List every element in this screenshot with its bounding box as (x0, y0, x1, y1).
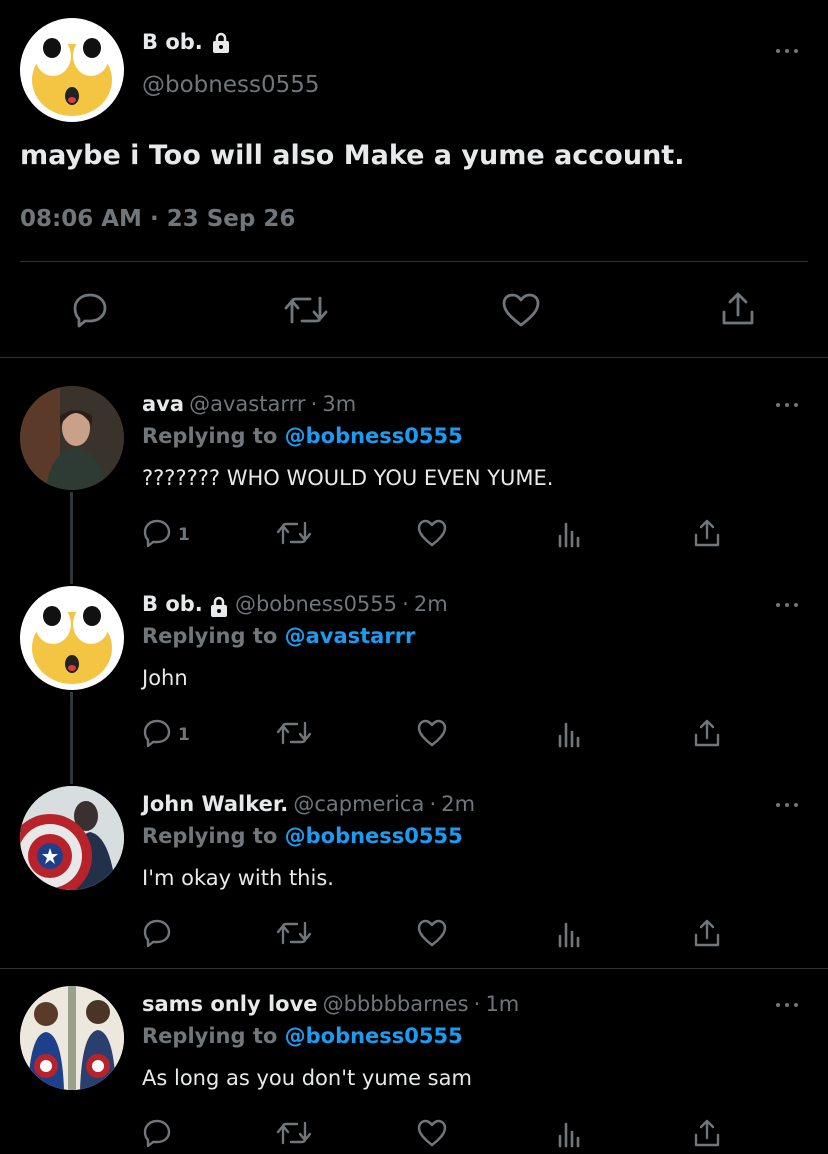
reply-count: 1 (178, 725, 190, 745)
reply-text: ??????? WHO WOULD YOU EVEN YUME. (142, 466, 554, 490)
tweet-timestamp[interactable]: 08:06 AM · 23 Sep 26 (20, 206, 295, 232)
divider (20, 261, 808, 262)
author-display-name[interactable]: B ob. (142, 30, 203, 54)
replying-to-label: Replying to (142, 624, 278, 648)
separator-dot: · (429, 792, 437, 816)
avatar[interactable] (20, 586, 124, 690)
reply-text: As long as you don't yume sam (142, 1066, 472, 1090)
more-options-icon[interactable] (774, 46, 802, 56)
avatar[interactable] (20, 786, 124, 890)
retweet-icon[interactable] (276, 518, 314, 554)
reply-author-name[interactable]: John Walker. (142, 792, 288, 816)
separator-dot: · (310, 392, 318, 416)
avatar[interactable] (20, 18, 124, 122)
separator-dot: · (402, 592, 409, 616)
like-icon[interactable] (416, 718, 448, 754)
reply-author-handle[interactable]: @capmerica (293, 792, 424, 816)
retweet-icon[interactable] (284, 292, 328, 328)
reply-author-name[interactable]: B ob. (142, 592, 203, 616)
thread-line (70, 492, 73, 584)
replying-to-label: Replying to (142, 1024, 278, 1048)
replying-to-mention[interactable]: @avastarrr (285, 624, 416, 648)
reply-age[interactable]: 1m (485, 992, 519, 1016)
share-icon[interactable] (692, 518, 722, 554)
reply-icon[interactable] (142, 518, 174, 554)
reply-author-name[interactable]: ava (142, 392, 184, 416)
share-icon[interactable] (719, 290, 757, 328)
thread-line (70, 692, 73, 784)
avatar[interactable] (20, 386, 124, 490)
analytics-icon[interactable] (555, 918, 583, 954)
more-options-icon[interactable] (774, 1000, 802, 1010)
reply-count: 1 (178, 525, 190, 545)
replying-to: Replying to @bobness0555 (142, 824, 463, 848)
reply-icon[interactable] (71, 291, 109, 329)
avatar[interactable] (20, 986, 124, 1090)
replying-to: Replying to @bobness0555 (142, 1024, 463, 1048)
author-handle[interactable]: @bobness0555 (142, 72, 320, 98)
reply-author-handle[interactable]: @bbbbbarnes (323, 992, 469, 1016)
like-icon[interactable] (501, 292, 541, 328)
replying-to-mention[interactable]: @bobness0555 (285, 424, 463, 448)
separator-dot: · (149, 206, 159, 232)
reply-header: John Walker. @capmerica · 2m (142, 792, 475, 816)
reply-age[interactable]: 3m (322, 392, 356, 416)
divider (0, 357, 828, 358)
tweet-text: maybe i Too will also Make a yume accoun… (20, 140, 685, 171)
separator-dot: · (473, 992, 481, 1016)
reply-text: I'm okay with this. (142, 866, 334, 890)
replying-to-mention[interactable]: @bobness0555 (285, 824, 463, 848)
like-icon[interactable] (416, 918, 448, 954)
more-options-icon[interactable] (774, 400, 802, 410)
replying-to: Replying to @avastarrr (142, 624, 415, 648)
analytics-icon[interactable] (555, 718, 583, 754)
more-options-icon[interactable] (774, 600, 802, 610)
lock-icon (213, 32, 230, 53)
replying-to-label: Replying to (142, 424, 278, 448)
tweet-time[interactable]: 08:06 AM (20, 206, 142, 232)
divider (0, 968, 828, 969)
like-icon[interactable] (416, 518, 448, 554)
reply-author-handle[interactable]: @bobness0555 (235, 592, 397, 616)
reply-header: ava @avastarrr · 3m (142, 392, 356, 416)
reply-header: B ob. @bobness0555 · 2m (142, 592, 448, 618)
reply-text: John (142, 666, 188, 690)
lock-icon (210, 596, 227, 617)
tweet-date[interactable]: 23 Sep 26 (167, 206, 296, 232)
share-icon[interactable] (692, 718, 722, 754)
share-icon[interactable] (692, 918, 722, 954)
more-options-icon[interactable] (774, 800, 802, 810)
retweet-icon[interactable] (276, 718, 314, 754)
replying-to-mention[interactable]: @bobness0555 (285, 1024, 463, 1048)
analytics-icon[interactable] (555, 518, 583, 554)
replying-to-label: Replying to (142, 824, 278, 848)
author-name[interactable]: B ob. (142, 30, 232, 54)
replying-to: Replying to @bobness0555 (142, 424, 463, 448)
reply-icon[interactable] (142, 718, 174, 754)
reply-author-handle[interactable]: @avastarrr (189, 392, 305, 416)
reply-author-name[interactable]: sams only love (142, 992, 318, 1016)
reply-header: sams only love @bbbbbarnes · 1m (142, 992, 519, 1016)
reply-icon[interactable] (142, 918, 174, 954)
reply-age[interactable]: 2m (441, 792, 475, 816)
retweet-icon[interactable] (276, 918, 314, 954)
reply-age[interactable]: 2m (414, 592, 448, 616)
